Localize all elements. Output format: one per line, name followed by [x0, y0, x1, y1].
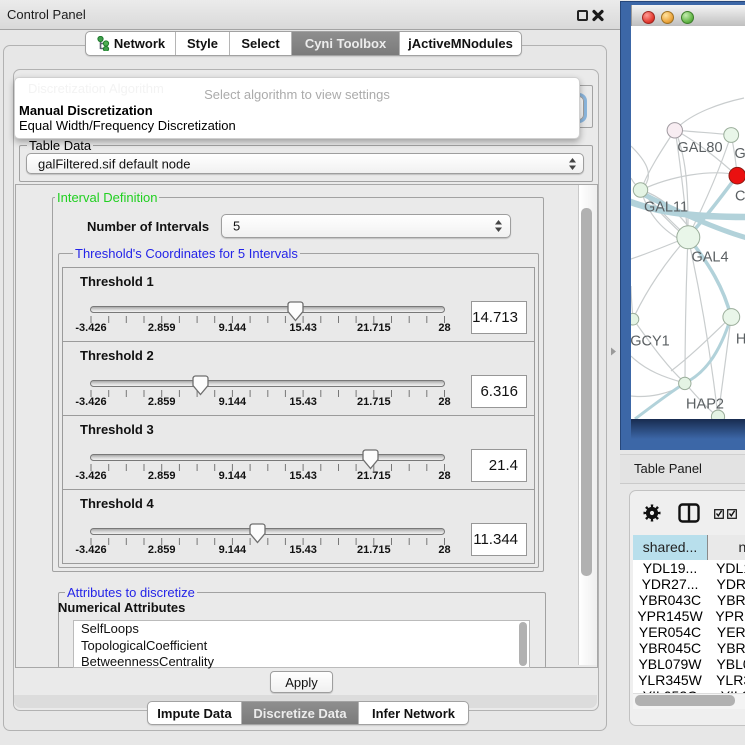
svg-text:HI: HI — [736, 331, 745, 347]
svg-text:C: C — [735, 189, 745, 205]
svg-text:HAP2: HAP2 — [686, 396, 724, 412]
svg-text:GAL11: GAL11 — [644, 199, 688, 215]
svg-text:GCY1: GCY1 — [631, 334, 670, 350]
svg-text:GAL4: GAL4 — [691, 249, 728, 265]
svg-text:GAL80: GAL80 — [677, 140, 722, 156]
svg-text:GA: GA — [735, 146, 745, 162]
